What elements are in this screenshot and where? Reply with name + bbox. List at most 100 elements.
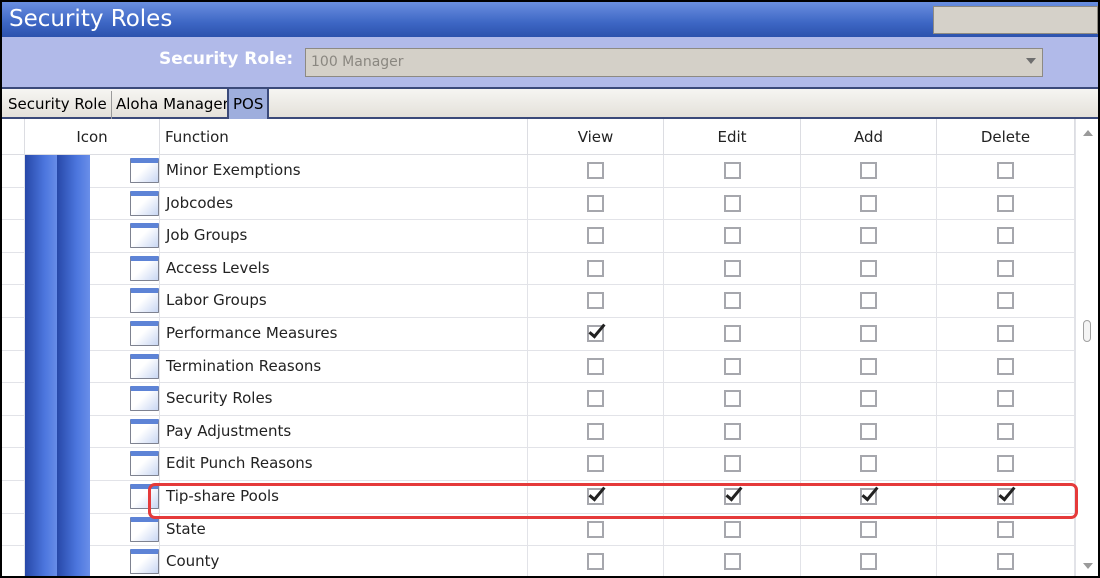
row-header[interactable]	[2, 285, 25, 317]
delete-checkbox[interactable]	[997, 553, 1014, 571]
delete-checkbox[interactable]	[997, 357, 1014, 375]
edit-checkbox[interactable]	[723, 422, 741, 440]
table-row[interactable]: Termination Reasons	[2, 350, 1075, 384]
security-role-dropdown[interactable]: 100 Manager	[305, 48, 1043, 77]
delete-checkbox[interactable]	[997, 520, 1014, 538]
delete-checkbox[interactable]	[997, 292, 1014, 310]
row-header[interactable]	[2, 481, 25, 513]
column-header-view[interactable]: View	[528, 119, 664, 155]
view-checkbox[interactable]	[587, 422, 604, 440]
table-row[interactable]: Performance Measures	[2, 318, 1075, 351]
row-header[interactable]	[2, 383, 25, 415]
table-row[interactable]: Minor Exemptions	[2, 155, 1075, 188]
row-header[interactable]	[2, 546, 25, 576]
view-checkbox[interactable]	[587, 455, 604, 473]
add-checkbox[interactable]	[860, 357, 877, 375]
view-checkbox[interactable]	[587, 520, 604, 538]
delete-checkbox[interactable]	[997, 488, 1014, 505]
edit-checkbox[interactable]	[723, 455, 741, 473]
chevron-down-icon[interactable]	[1026, 58, 1036, 64]
add-checkbox[interactable]	[860, 259, 877, 277]
function-cell: County	[160, 546, 528, 576]
role-selector-bar: Security Role: 100 Manager	[2, 37, 1098, 87]
delete-checkbox[interactable]	[997, 259, 1014, 277]
delete-checkbox[interactable]	[997, 227, 1014, 245]
view-checkbox[interactable]	[587, 390, 604, 408]
edit-checkbox[interactable]	[723, 357, 741, 375]
row-header[interactable]	[2, 318, 25, 350]
add-checkbox[interactable]	[860, 455, 877, 473]
row-header[interactable]	[2, 350, 25, 383]
table-row[interactable]: County	[2, 546, 1075, 576]
delete-checkbox[interactable]	[997, 422, 1014, 440]
add-checkbox[interactable]	[860, 194, 877, 212]
view-checkbox[interactable]	[587, 488, 604, 505]
row-header[interactable]	[2, 415, 25, 448]
tab-aloha-manager[interactable]: Aloha Manager	[112, 91, 233, 119]
group-level-bar-2	[57, 155, 90, 576]
edit-checkbox[interactable]	[723, 227, 741, 245]
view-checkbox[interactable]	[587, 162, 604, 179]
add-checkbox[interactable]	[860, 292, 877, 310]
edit-checkbox[interactable]	[723, 162, 741, 179]
edit-checkbox[interactable]	[723, 520, 741, 538]
delete-checkbox[interactable]	[997, 194, 1014, 212]
add-checkbox[interactable]	[860, 227, 877, 245]
view-checkbox[interactable]	[587, 553, 604, 571]
table-row[interactable]: State	[2, 513, 1075, 547]
table-row[interactable]: Access Levels	[2, 252, 1075, 286]
view-cell	[528, 481, 664, 513]
delete-checkbox[interactable]	[997, 162, 1014, 179]
column-header-delete[interactable]: Delete	[937, 119, 1075, 155]
edit-checkbox[interactable]	[723, 325, 741, 342]
edit-checkbox[interactable]	[723, 292, 741, 310]
view-checkbox[interactable]	[587, 227, 604, 245]
tab-security-role[interactable]: Security Role	[4, 91, 112, 119]
tab-pos[interactable]: POS	[227, 87, 270, 119]
view-checkbox[interactable]	[587, 357, 604, 375]
table-row[interactable]: Job Groups	[2, 220, 1075, 253]
row-header[interactable]	[2, 448, 25, 480]
delete-cell	[937, 481, 1075, 513]
row-header[interactable]	[2, 187, 25, 220]
edit-checkbox[interactable]	[723, 259, 741, 277]
delete-checkbox[interactable]	[997, 455, 1014, 473]
column-header-function[interactable]: Function	[160, 119, 528, 155]
table-row[interactable]: Edit Punch Reasons	[2, 448, 1075, 481]
view-checkbox[interactable]	[587, 194, 604, 212]
add-checkbox[interactable]	[860, 325, 877, 342]
function-name: Edit Punch Reasons	[166, 454, 313, 473]
edit-checkbox[interactable]	[723, 553, 741, 571]
add-checkbox[interactable]	[860, 422, 877, 440]
table-row[interactable]: Security Roles	[2, 383, 1075, 416]
column-header-add[interactable]: Add	[801, 119, 937, 155]
row-header[interactable]	[2, 155, 25, 187]
scroll-down-arrow-icon[interactable]	[1083, 563, 1093, 569]
add-checkbox[interactable]	[860, 553, 877, 571]
table-row[interactable]: Jobcodes	[2, 187, 1075, 221]
edit-checkbox[interactable]	[723, 390, 741, 408]
add-checkbox[interactable]	[860, 520, 877, 538]
delete-checkbox[interactable]	[997, 325, 1014, 342]
row-header[interactable]	[2, 252, 25, 285]
view-checkbox[interactable]	[587, 259, 604, 277]
edit-checkbox[interactable]	[723, 488, 741, 505]
view-checkbox[interactable]	[587, 325, 604, 342]
scrollbar-thumb[interactable]	[1083, 320, 1091, 342]
table-row[interactable]: Labor Groups	[2, 285, 1075, 318]
scroll-up-arrow-icon[interactable]	[1083, 130, 1093, 136]
table-row[interactable]: Tip-share Pools	[2, 481, 1075, 514]
add-checkbox[interactable]	[860, 488, 877, 505]
add-checkbox[interactable]	[860, 162, 877, 179]
column-header-icon[interactable]: Icon	[25, 119, 160, 155]
add-checkbox[interactable]	[860, 390, 877, 408]
view-checkbox[interactable]	[587, 292, 604, 310]
table-row[interactable]: Pay Adjustments	[2, 415, 1075, 449]
row-header[interactable]	[2, 513, 25, 546]
edit-cell	[664, 220, 801, 252]
column-header-edit[interactable]: Edit	[664, 119, 801, 155]
delete-checkbox[interactable]	[997, 390, 1014, 408]
edit-checkbox[interactable]	[723, 194, 741, 212]
vertical-scrollbar[interactable]	[1075, 119, 1098, 576]
row-header[interactable]	[2, 220, 25, 252]
